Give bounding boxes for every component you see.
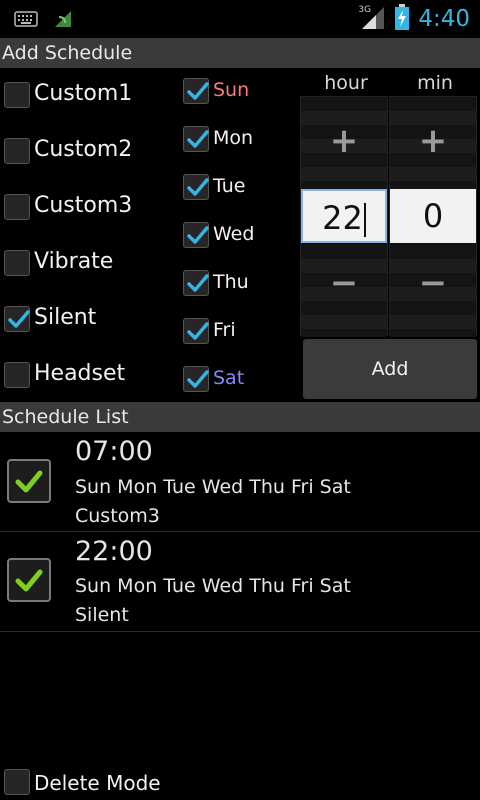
schedule-item[interactable]: 22:00 Sun Mon Tue Wed Thu Fri Sat Silent	[0, 532, 480, 632]
plus-icon: +	[329, 121, 359, 161]
signal-icon: 3G	[358, 3, 386, 35]
day-checkbox-tue[interactable]	[183, 174, 209, 200]
hour-increment-button[interactable]: +	[301, 97, 387, 189]
mode-checkbox-silent[interactable]	[4, 306, 30, 332]
day-label: Mon	[213, 127, 254, 149]
day-label: Tue	[213, 175, 246, 197]
keyboard-icon	[14, 10, 38, 32]
day-label: Wed	[213, 223, 255, 245]
day-checkbox-sat[interactable]	[183, 366, 209, 392]
checkmark-icon	[187, 130, 209, 148]
mode-label: Custom1	[34, 81, 133, 106]
schedule-mode: Silent	[75, 604, 129, 626]
mode-checkbox-custom3[interactable]	[4, 194, 30, 220]
day-checkbox-mon[interactable]	[183, 126, 209, 152]
minus-icon: −	[418, 263, 448, 303]
schedule-days: Sun Mon Tue Wed Thu Fri Sat	[75, 575, 351, 597]
checkmark-icon	[15, 470, 43, 493]
min-input[interactable]: 0	[390, 189, 476, 243]
schedule-item-checkbox[interactable]	[7, 459, 51, 503]
plus-icon: +	[418, 121, 448, 161]
hour-input[interactable]: 22	[301, 189, 387, 243]
schedule-list-header: Schedule List	[0, 402, 480, 432]
min-increment-button[interactable]: +	[390, 97, 476, 189]
add-button[interactable]: Add	[303, 339, 477, 399]
min-decrement-button[interactable]: −	[390, 245, 476, 337]
schedule-time: 07:00	[75, 436, 153, 467]
mode-label: Silent	[34, 305, 97, 330]
mode-label: Custom3	[34, 193, 133, 218]
mode-checkbox-vibrate[interactable]	[4, 250, 30, 276]
minus-icon: −	[329, 263, 359, 303]
checkmark-icon	[187, 322, 209, 340]
checkmark-icon	[15, 569, 43, 592]
day-checkbox-wed[interactable]	[183, 222, 209, 248]
day-checkbox-sun[interactable]	[183, 78, 209, 104]
hour-decrement-button[interactable]: −	[301, 245, 387, 337]
day-label: Fri	[213, 319, 236, 341]
min-value: 0	[422, 197, 444, 235]
schedule-time: 22:00	[75, 536, 153, 567]
min-picker: + 0 −	[389, 96, 477, 337]
sync-icon	[52, 8, 74, 34]
checkmark-icon	[187, 178, 209, 196]
add-schedule-header: Add Schedule	[0, 38, 480, 68]
day-checkbox-thu[interactable]	[183, 270, 209, 296]
network-3g-icon: 3G	[358, 5, 372, 15]
checkmark-icon	[187, 226, 209, 244]
day-checkbox-fri[interactable]	[183, 318, 209, 344]
mode-label: Headset	[34, 361, 126, 386]
checkmark-icon	[187, 82, 209, 100]
checkmark-icon	[187, 370, 209, 388]
schedule-days: Sun Mon Tue Wed Thu Fri Sat	[75, 476, 351, 498]
text-cursor	[363, 203, 366, 237]
hour-picker-title: hour	[324, 72, 368, 94]
schedule-item[interactable]: 07:00 Sun Mon Tue Wed Thu Fri Sat Custom…	[0, 432, 480, 532]
mode-checkbox-custom1[interactable]	[4, 82, 30, 108]
battery-charging-icon	[394, 3, 410, 35]
checkmark-icon	[187, 274, 209, 292]
day-label: Sat	[213, 367, 245, 389]
hour-value: 22	[322, 199, 363, 237]
mode-checkbox-custom2[interactable]	[4, 138, 30, 164]
delete-mode-checkbox[interactable]	[4, 769, 30, 795]
schedule-item-checkbox[interactable]	[7, 558, 51, 602]
status-bar: 3G 4:40	[0, 0, 480, 38]
mode-checkbox-headset[interactable]	[4, 362, 30, 388]
hour-picker: + 22 −	[300, 96, 388, 337]
schedule-mode: Custom3	[75, 505, 160, 527]
checkmark-icon	[8, 310, 30, 328]
day-label: Thu	[213, 271, 249, 293]
delete-mode-label: Delete Mode	[34, 771, 161, 795]
min-picker-title: min	[417, 72, 453, 94]
mode-label: Vibrate	[34, 249, 114, 274]
day-label: Sun	[213, 79, 250, 101]
status-clock: 4:40	[418, 6, 470, 32]
mode-label: Custom2	[34, 137, 133, 162]
